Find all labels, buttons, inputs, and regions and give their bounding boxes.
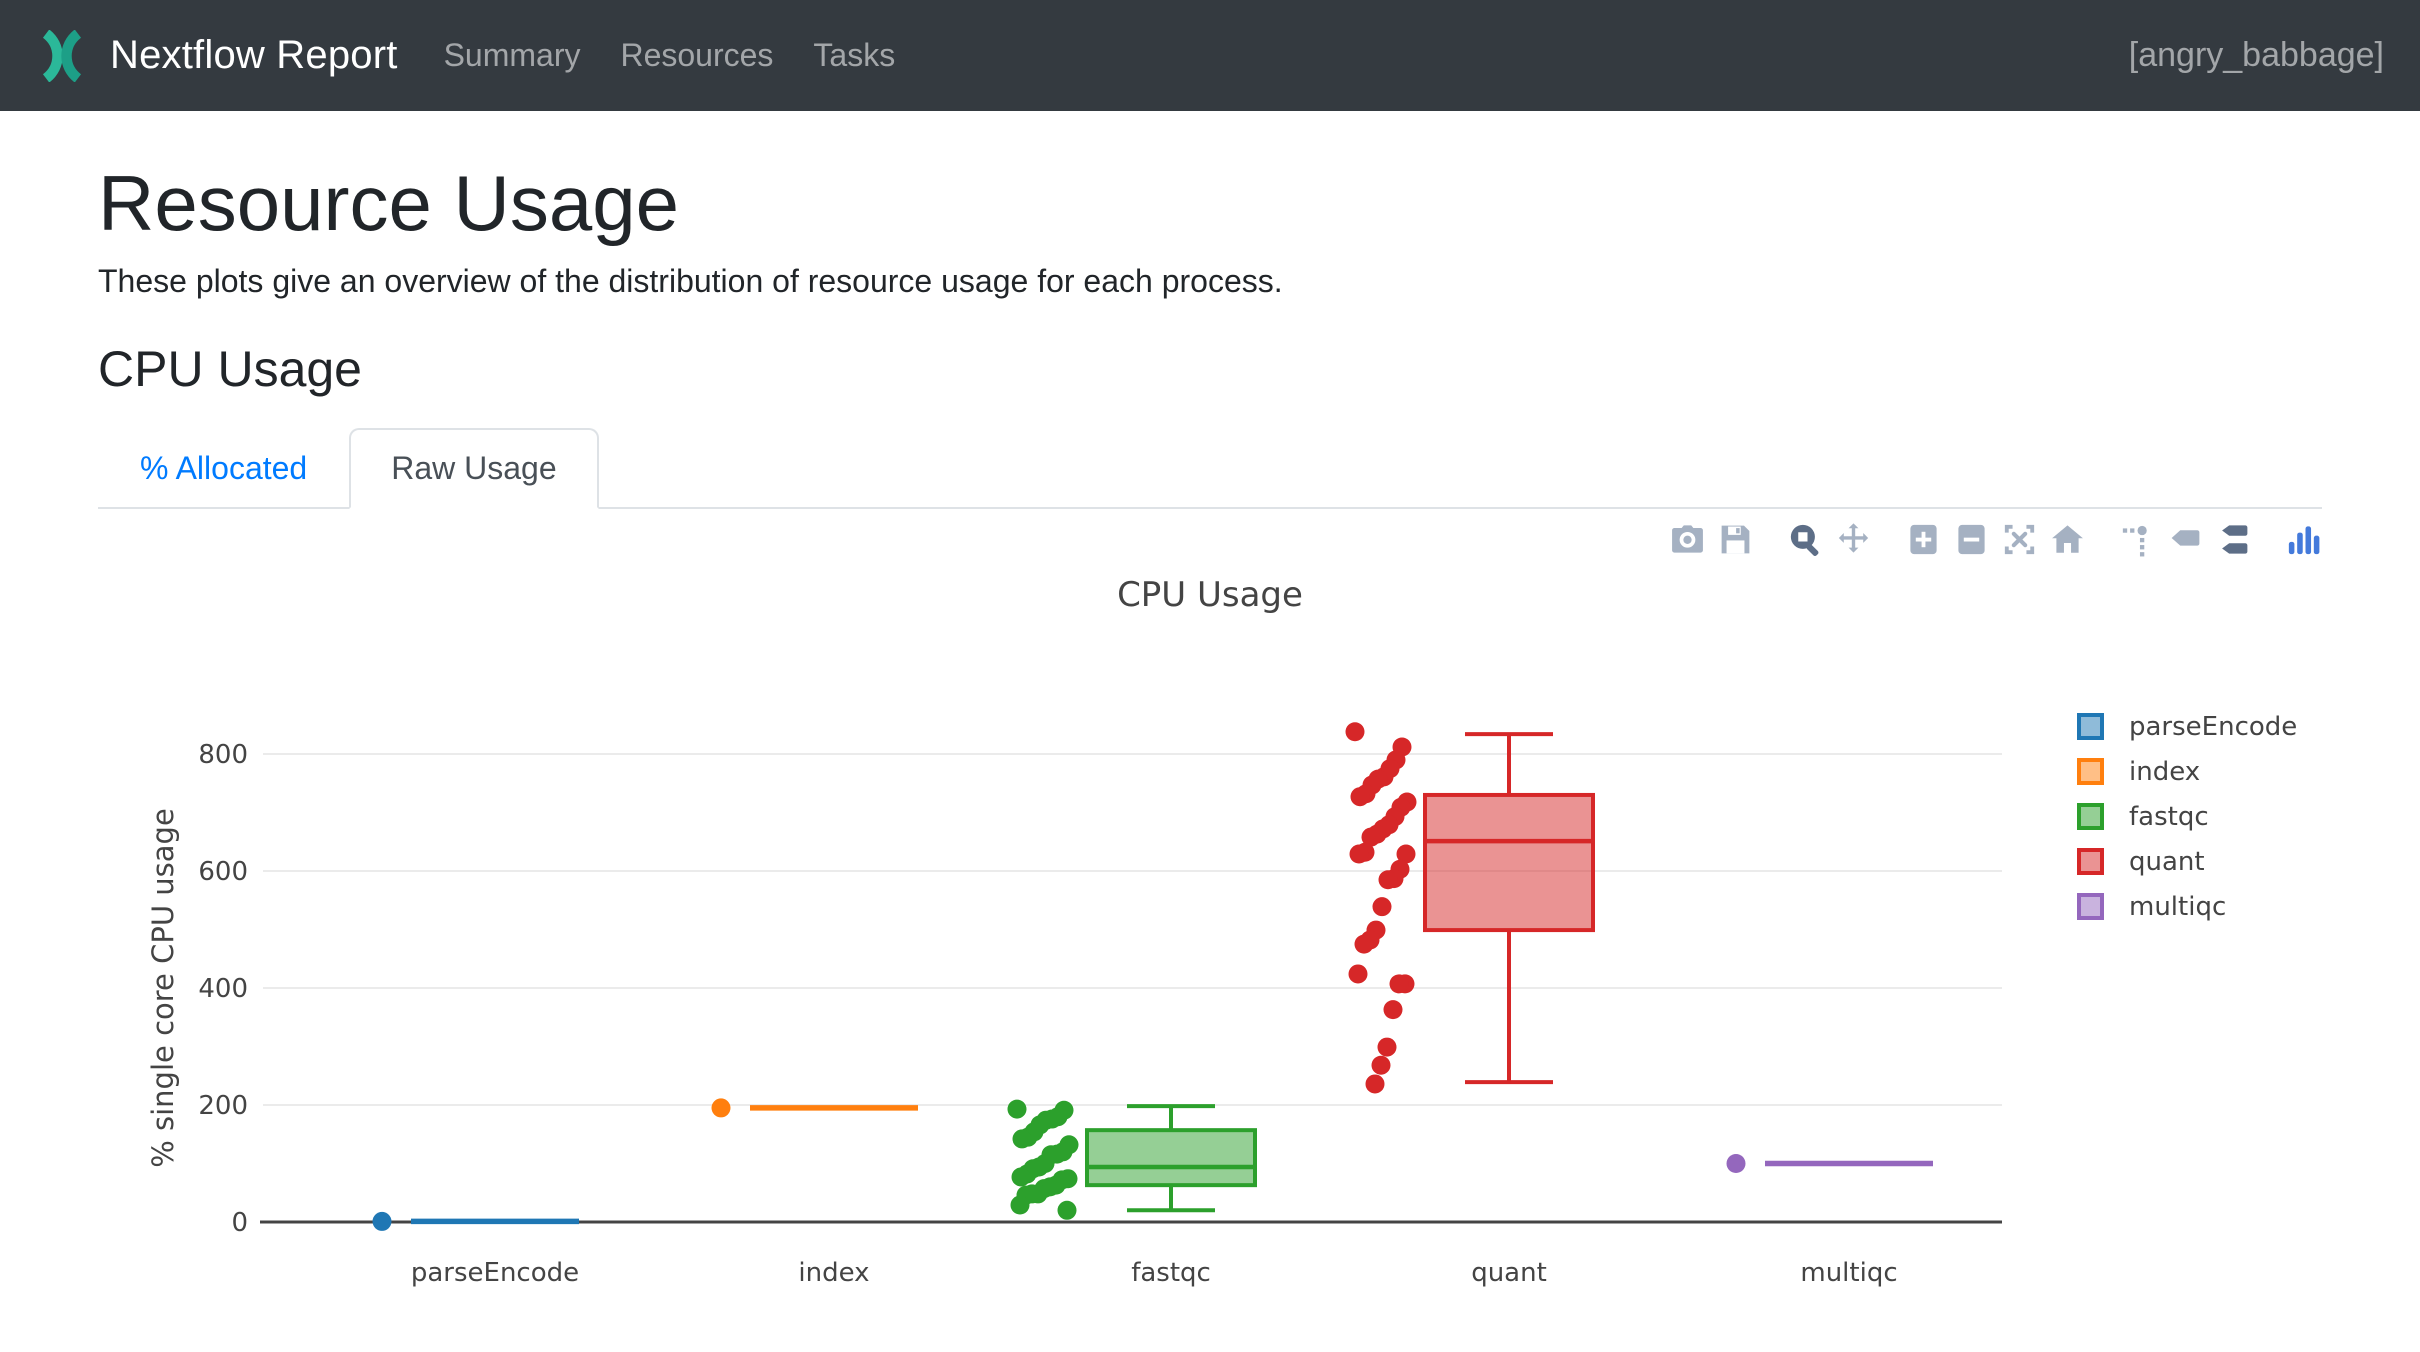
- tab-percent-allocated[interactable]: % Allocated: [98, 428, 349, 509]
- svg-text:quant: quant: [1471, 1258, 1547, 1288]
- section-title-cpu-usage: CPU Usage: [98, 340, 2322, 398]
- page-title: Resource Usage: [98, 159, 2322, 249]
- page-subtitle: These plots give an overview of the dist…: [98, 263, 2322, 300]
- pan-icon[interactable]: [1835, 521, 1872, 558]
- main-content: Resource Usage These plots give an overv…: [0, 159, 2420, 1309]
- svg-text:400: 400: [198, 974, 248, 1004]
- legend-label: quant: [2129, 847, 2205, 877]
- legend-item-fastqc[interactable]: fastqc: [2077, 802, 2297, 832]
- legend-swatch: [2077, 758, 2104, 785]
- svg-text:% single core CPU usage: % single core CPU usage: [146, 808, 180, 1168]
- nav-links: Summary Resources Tasks: [424, 37, 916, 74]
- navbar: Nextflow Report Summary Resources Tasks …: [0, 0, 2420, 111]
- brand-title: Nextflow Report: [110, 33, 398, 78]
- autoscale-icon[interactable]: [2001, 521, 2038, 558]
- legend-label: multiqc: [2129, 892, 2226, 922]
- navbar-brand[interactable]: Nextflow Report: [36, 30, 398, 82]
- spikelines-icon[interactable]: [2119, 521, 2156, 558]
- plotly-logo-icon[interactable]: [2285, 521, 2322, 558]
- svg-text:fastqc: fastqc: [1131, 1258, 1211, 1288]
- cpu-usage-plot[interactable]: 0 200 400 600 800 CPU Usage % single core CPU …: [98, 509, 2322, 1309]
- save-icon[interactable]: [1717, 521, 1754, 558]
- zoom-out-icon[interactable]: [1953, 521, 1990, 558]
- svg-text:800: 800: [198, 740, 248, 770]
- legend-swatch: [2077, 848, 2104, 875]
- svg-text:CPU Usage: CPU Usage: [1117, 575, 1303, 615]
- hover-compare-icon[interactable]: [2215, 521, 2252, 558]
- reset-axes-icon[interactable]: [2049, 521, 2086, 558]
- legend-item-parseEncode[interactable]: parseEncode: [2077, 712, 2297, 742]
- tabs-bar: % Allocated Raw Usage: [98, 428, 2322, 509]
- nav-link-resources[interactable]: Resources: [600, 37, 793, 74]
- zoom-in-icon[interactable]: [1905, 521, 1942, 558]
- hover-closest-icon[interactable]: [2167, 521, 2204, 558]
- chart-legend: parseEncode index fastqc quant multiqc: [2077, 712, 2297, 922]
- legend-swatch: [2077, 713, 2104, 740]
- legend-swatch: [2077, 893, 2104, 920]
- svg-text:multiqc: multiqc: [1800, 1258, 1897, 1288]
- plotly-modebar: [1658, 521, 2322, 558]
- legend-item-quant[interactable]: quant: [2077, 847, 2297, 877]
- nav-link-tasks[interactable]: Tasks: [793, 37, 915, 74]
- svg-text:index: index: [798, 1258, 869, 1288]
- legend-swatch: [2077, 803, 2104, 830]
- svg-text:200: 200: [198, 1091, 248, 1121]
- camera-icon[interactable]: [1669, 521, 1706, 558]
- legend-label: index: [2129, 757, 2200, 787]
- legend-item-index[interactable]: index: [2077, 757, 2297, 787]
- zoom-icon[interactable]: [1787, 521, 1824, 558]
- svg-text:parseEncode: parseEncode: [411, 1258, 579, 1288]
- nextflow-logo-icon: [36, 30, 88, 82]
- svg-text:600: 600: [198, 857, 248, 887]
- legend-label: parseEncode: [2129, 712, 2297, 742]
- run-name-badge: [angry_babbage]: [2129, 36, 2384, 75]
- tab-raw-usage[interactable]: Raw Usage: [349, 428, 598, 509]
- legend-label: fastqc: [2129, 802, 2209, 832]
- nav-link-summary[interactable]: Summary: [424, 37, 601, 74]
- chart-container: 0 200 400 600 800 CPU Usage % single core CPU …: [98, 509, 2322, 1309]
- svg-text:0: 0: [231, 1208, 248, 1238]
- legend-item-multiqc[interactable]: multiqc: [2077, 892, 2297, 922]
